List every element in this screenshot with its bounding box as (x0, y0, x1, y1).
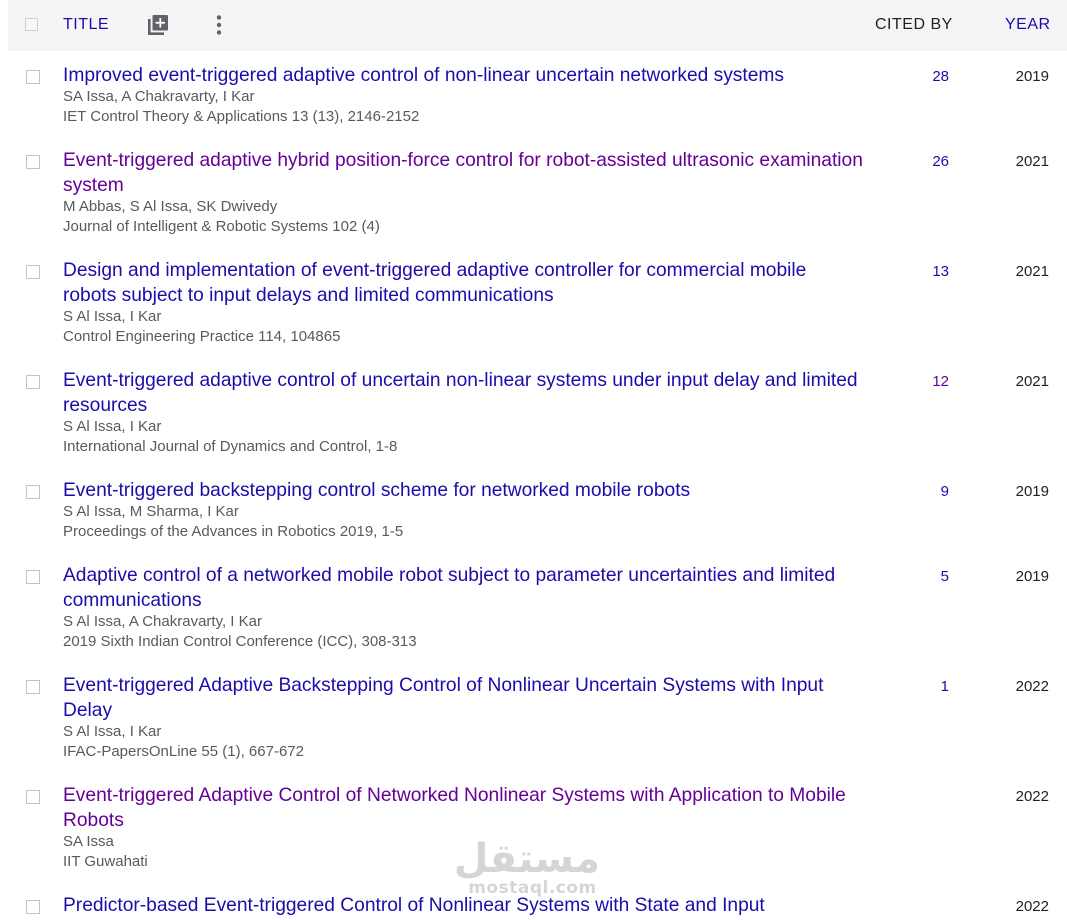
row-checkbox[interactable] (26, 485, 40, 499)
article-venue: Journal of Intelligent & Robotic Systems… (63, 218, 380, 235)
row-checkbox[interactable] (26, 570, 40, 584)
row-checkbox[interactable] (26, 70, 40, 84)
table-header: TITLE CITED BY YEAR (8, 0, 1067, 51)
article-title-link[interactable]: Event-triggered adaptive hybrid position… (63, 148, 863, 198)
article-venue: Proceedings of the Advances in Robotics … (63, 523, 404, 540)
article-year: 2021 (1015, 373, 1049, 390)
article-authors: SA Issa, A Chakravarty, I Kar (63, 88, 255, 105)
article-authors: SA Issa (63, 833, 114, 850)
article-venue: IFAC-PapersOnLine 55 (1), 667-672 (63, 743, 304, 760)
article-venue: 2019 Sixth Indian Control Conference (IC… (63, 633, 417, 650)
table-row: Predictor-based Event-triggered Control … (0, 893, 1067, 920)
table-row: Design and implementation of event-trigg… (0, 258, 1067, 358)
row-checkbox[interactable] (26, 265, 40, 279)
article-year: 2022 (1015, 788, 1049, 805)
sort-by-year-link[interactable]: YEAR (1005, 16, 1051, 34)
article-year: 2019 (1015, 68, 1049, 85)
article-year: 2019 (1015, 483, 1049, 500)
article-title-link[interactable]: Predictor-based Event-triggered Control … (63, 893, 863, 918)
article-title-link[interactable]: Event-triggered backstepping control sch… (63, 478, 863, 503)
row-checkbox[interactable] (26, 790, 40, 804)
article-authors: S Al Issa, I Kar (63, 418, 162, 435)
article-venue: International Journal of Dynamics and Co… (63, 438, 398, 455)
publications-table: TITLE CITED BY YEAR Improved event-trigg… (0, 0, 1067, 920)
cited-by-link[interactable]: 28 (880, 68, 949, 85)
article-venue: IIT Guwahati (63, 853, 148, 870)
article-title-link[interactable]: Event-triggered Adaptive Backstepping Co… (63, 673, 863, 723)
article-title-link[interactable]: Event-triggered Adaptive Control of Netw… (63, 783, 863, 833)
table-row: Event-triggered Adaptive Backstepping Co… (0, 673, 1067, 773)
cited-by-link[interactable]: 5 (880, 568, 949, 585)
article-year: 2021 (1015, 153, 1049, 170)
article-venue: IET Control Theory & Applications 13 (13… (63, 108, 420, 125)
cited-by-link[interactable]: 12 (880, 373, 949, 390)
select-all-checkbox[interactable] (25, 18, 38, 31)
article-authors: S Al Issa, I Kar (63, 723, 162, 740)
row-checkbox[interactable] (26, 680, 40, 694)
article-year: 2019 (1015, 568, 1049, 585)
article-year: 2022 (1015, 678, 1049, 695)
article-authors: S Al Issa, I Kar (63, 308, 162, 325)
article-title-link[interactable]: Improved event-triggered adaptive contro… (63, 63, 863, 88)
cited-by-link[interactable]: 26 (880, 153, 949, 170)
article-authors: M Abbas, S Al Issa, SK Dwivedy (63, 198, 278, 215)
table-row: Event-triggered adaptive control of unce… (0, 368, 1067, 468)
table-row: Event-triggered backstepping control sch… (0, 478, 1067, 553)
article-year: 2022 (1015, 898, 1049, 915)
article-authors: S Al Issa, A Chakravarty, I Kar (63, 613, 262, 630)
article-venue: Control Engineering Practice 114, 104865 (63, 328, 341, 345)
more-vert-icon[interactable] (214, 14, 224, 36)
article-year: 2021 (1015, 263, 1049, 280)
table-row: Improved event-triggered adaptive contro… (0, 63, 1067, 143)
cited-by-link[interactable]: 9 (880, 483, 949, 500)
add-box-icon[interactable] (147, 14, 169, 36)
article-title-link[interactable]: Adaptive control of a networked mobile r… (63, 563, 863, 613)
row-checkbox[interactable] (26, 900, 40, 914)
sort-by-title-link[interactable]: TITLE (63, 16, 109, 34)
article-title-link[interactable]: Design and implementation of event-trigg… (63, 258, 863, 308)
table-row: Event-triggered adaptive hybrid position… (0, 148, 1067, 248)
row-checkbox[interactable] (26, 155, 40, 169)
article-authors: S Al Issa, M Sharma, I Kar (63, 503, 239, 520)
row-checkbox[interactable] (26, 375, 40, 389)
article-title-link[interactable]: Event-triggered adaptive control of unce… (63, 368, 863, 418)
cited-by-link[interactable]: 1 (880, 678, 949, 695)
table-row: Adaptive control of a networked mobile r… (0, 563, 1067, 663)
sort-by-cited-link[interactable]: CITED BY (875, 16, 953, 34)
table-row: Event-triggered Adaptive Control of Netw… (0, 783, 1067, 883)
cited-by-link[interactable]: 13 (880, 263, 949, 280)
